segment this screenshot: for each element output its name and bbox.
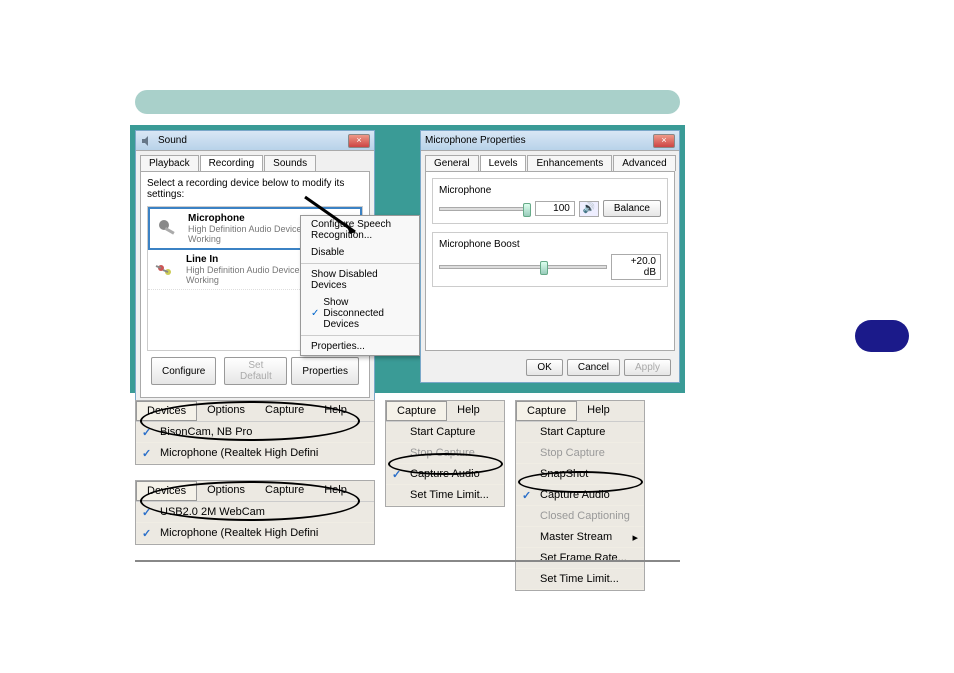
boost-label: Microphone Boost	[439, 239, 661, 250]
device-name: Line In	[186, 254, 300, 265]
mi-start-capture[interactable]: Start Capture	[386, 422, 504, 443]
mi-capture-audio[interactable]: ✓Capture Audio	[516, 485, 644, 506]
micprops-title: Microphone Properties	[425, 135, 526, 146]
mi-snapshot[interactable]: SnapShot	[516, 464, 644, 485]
capture-panel-2: Capture Help Start Capture Stop Capture …	[515, 400, 645, 591]
device-status: Working	[186, 275, 300, 285]
mi-stop-capture[interactable]: Stop Capture	[516, 443, 644, 464]
menu-options[interactable]: Options	[197, 401, 255, 421]
sound-icon	[140, 134, 154, 148]
menu-help[interactable]: Help	[314, 481, 357, 501]
micprops-titlebar[interactable]: Microphone Properties ×	[421, 131, 679, 151]
ctx-properties[interactable]: Properties...	[301, 338, 419, 355]
linein-icon	[152, 256, 180, 284]
ctx-show-disabled[interactable]: Show Disabled Devices	[301, 266, 419, 294]
close-icon[interactable]: ×	[653, 134, 675, 148]
device-name: Microphone	[188, 213, 302, 224]
mic-label: Microphone	[439, 185, 661, 196]
menu-options[interactable]: Options	[197, 481, 255, 501]
devices-panel-2: Devices Options Capture Help ✓USB2.0 2M …	[135, 480, 375, 545]
device-bisoncam[interactable]: ✓BisonCam, NB Pro	[136, 422, 374, 443]
mi-stop-capture[interactable]: Stop Capture	[386, 443, 504, 464]
mi-master-stream[interactable]: Master Stream	[516, 527, 644, 548]
configure-button[interactable]: Configure	[151, 357, 216, 385]
devices-panel-1: Devices Options Capture Help ✓BisonCam, …	[135, 400, 375, 465]
device-mic-realtek[interactable]: ✓Microphone (Realtek High Defini	[136, 443, 374, 464]
mi-start-capture[interactable]: Start Capture	[516, 422, 644, 443]
menu-capture[interactable]: Capture	[255, 481, 314, 501]
tab-sounds[interactable]: Sounds	[264, 155, 316, 171]
menu-help[interactable]: Help	[314, 401, 357, 421]
device-usb-webcam[interactable]: ✓USB2.0 2M WebCam	[136, 502, 374, 523]
sound-title: Sound	[158, 135, 187, 146]
cancel-button[interactable]: Cancel	[567, 359, 620, 376]
sound-titlebar[interactable]: Sound ×	[136, 131, 374, 151]
boost-value[interactable]: +20.0 dB	[611, 254, 661, 280]
mi-capture-audio[interactable]: ✓Capture Audio	[386, 464, 504, 485]
properties-button[interactable]: Properties	[291, 357, 359, 385]
balance-button[interactable]: Balance	[603, 200, 661, 217]
ok-button[interactable]: OK	[526, 359, 562, 376]
tab-recording[interactable]: Recording	[200, 155, 264, 171]
device-detail: High Definition Audio Device	[188, 224, 302, 234]
sound-tabs: Playback Recording Sounds	[136, 151, 374, 171]
device-detail: High Definition Audio Device	[186, 265, 300, 275]
close-icon[interactable]: ×	[348, 134, 370, 148]
mi-set-time-limit[interactable]: Set Time Limit...	[516, 569, 644, 590]
mi-set-frame-rate[interactable]: Set Frame Rate...	[516, 548, 644, 569]
tab-general[interactable]: General	[425, 155, 479, 171]
mic-slider[interactable]	[439, 207, 531, 211]
mic-value[interactable]: 100	[535, 201, 575, 216]
set-default-button[interactable]: Set Default	[224, 357, 287, 385]
ctx-show-disconnected[interactable]: Show Disconnected Devices	[301, 294, 419, 333]
bottom-rule	[135, 560, 680, 562]
boost-slider[interactable]	[439, 265, 607, 269]
menu-devices[interactable]: Devices	[136, 401, 197, 421]
tab-advanced[interactable]: Advanced	[613, 155, 675, 171]
page-badge	[855, 320, 909, 352]
menu-devices[interactable]: Devices	[136, 481, 197, 501]
menu-capture[interactable]: Capture	[386, 401, 447, 421]
tab-playback[interactable]: Playback	[140, 155, 199, 171]
capture-panel-1: Capture Help Start Capture Stop Capture …	[385, 400, 505, 507]
menu-help[interactable]: Help	[447, 401, 490, 421]
menu-capture[interactable]: Capture	[255, 401, 314, 421]
ctx-disable[interactable]: Disable	[301, 244, 419, 261]
tab-levels[interactable]: Levels	[480, 155, 527, 171]
microphone-icon	[154, 215, 182, 243]
header-pill	[135, 90, 680, 114]
device-status: Working	[188, 234, 302, 244]
speaker-icon[interactable]: 🔊	[579, 201, 599, 217]
mi-set-time-limit[interactable]: Set Time Limit...	[386, 485, 504, 506]
tab-enhancements[interactable]: Enhancements	[527, 155, 612, 171]
arrow-annotation	[300, 192, 370, 242]
menu-capture[interactable]: Capture	[516, 401, 577, 421]
apply-button[interactable]: Apply	[624, 359, 671, 376]
menu-help[interactable]: Help	[577, 401, 620, 421]
device-mic-realtek[interactable]: ✓Microphone (Realtek High Defini	[136, 523, 374, 544]
mi-closed-captioning[interactable]: Closed Captioning	[516, 506, 644, 527]
mic-properties-dialog: Microphone Properties × General Levels E…	[420, 130, 680, 383]
